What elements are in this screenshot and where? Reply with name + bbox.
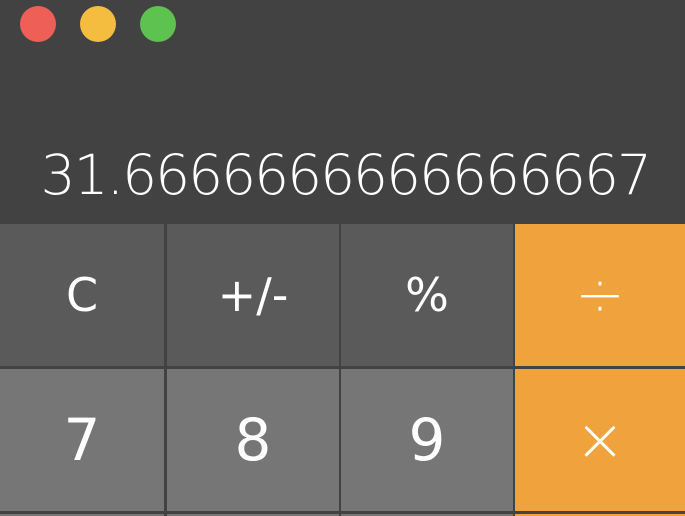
clear-button[interactable]: C [0,224,164,366]
divide-label: ÷ [574,260,626,330]
multiply-button[interactable]: × [515,369,685,511]
digit-7-button[interactable]: 7 [0,369,164,511]
sign-toggle-label: +/- [217,268,289,322]
digit-8-label: 8 [234,406,272,474]
sign-toggle-button[interactable]: +/- [167,224,339,366]
minimize-window-button[interactable] [80,6,116,42]
digit-9-label: 9 [408,406,446,474]
divide-button[interactable]: ÷ [515,224,685,366]
digit-7-label: 7 [63,406,101,474]
calculator-window: 31.6666666666666667 C +/- % ÷ 7 8 9 × [0,0,685,516]
close-window-button[interactable] [20,6,56,42]
result-display: 31.6666666666666667 [40,143,652,207]
percent-button[interactable]: % [341,224,513,366]
clear-button-label: C [65,268,99,322]
percent-label: % [405,268,449,322]
title-bar [0,0,685,50]
zoom-window-button[interactable] [140,6,176,42]
keypad: C +/- % ÷ 7 8 9 × [0,224,685,516]
digit-8-button[interactable]: 8 [167,369,339,511]
digit-9-button[interactable]: 9 [341,369,513,511]
multiply-label: × [574,405,626,475]
